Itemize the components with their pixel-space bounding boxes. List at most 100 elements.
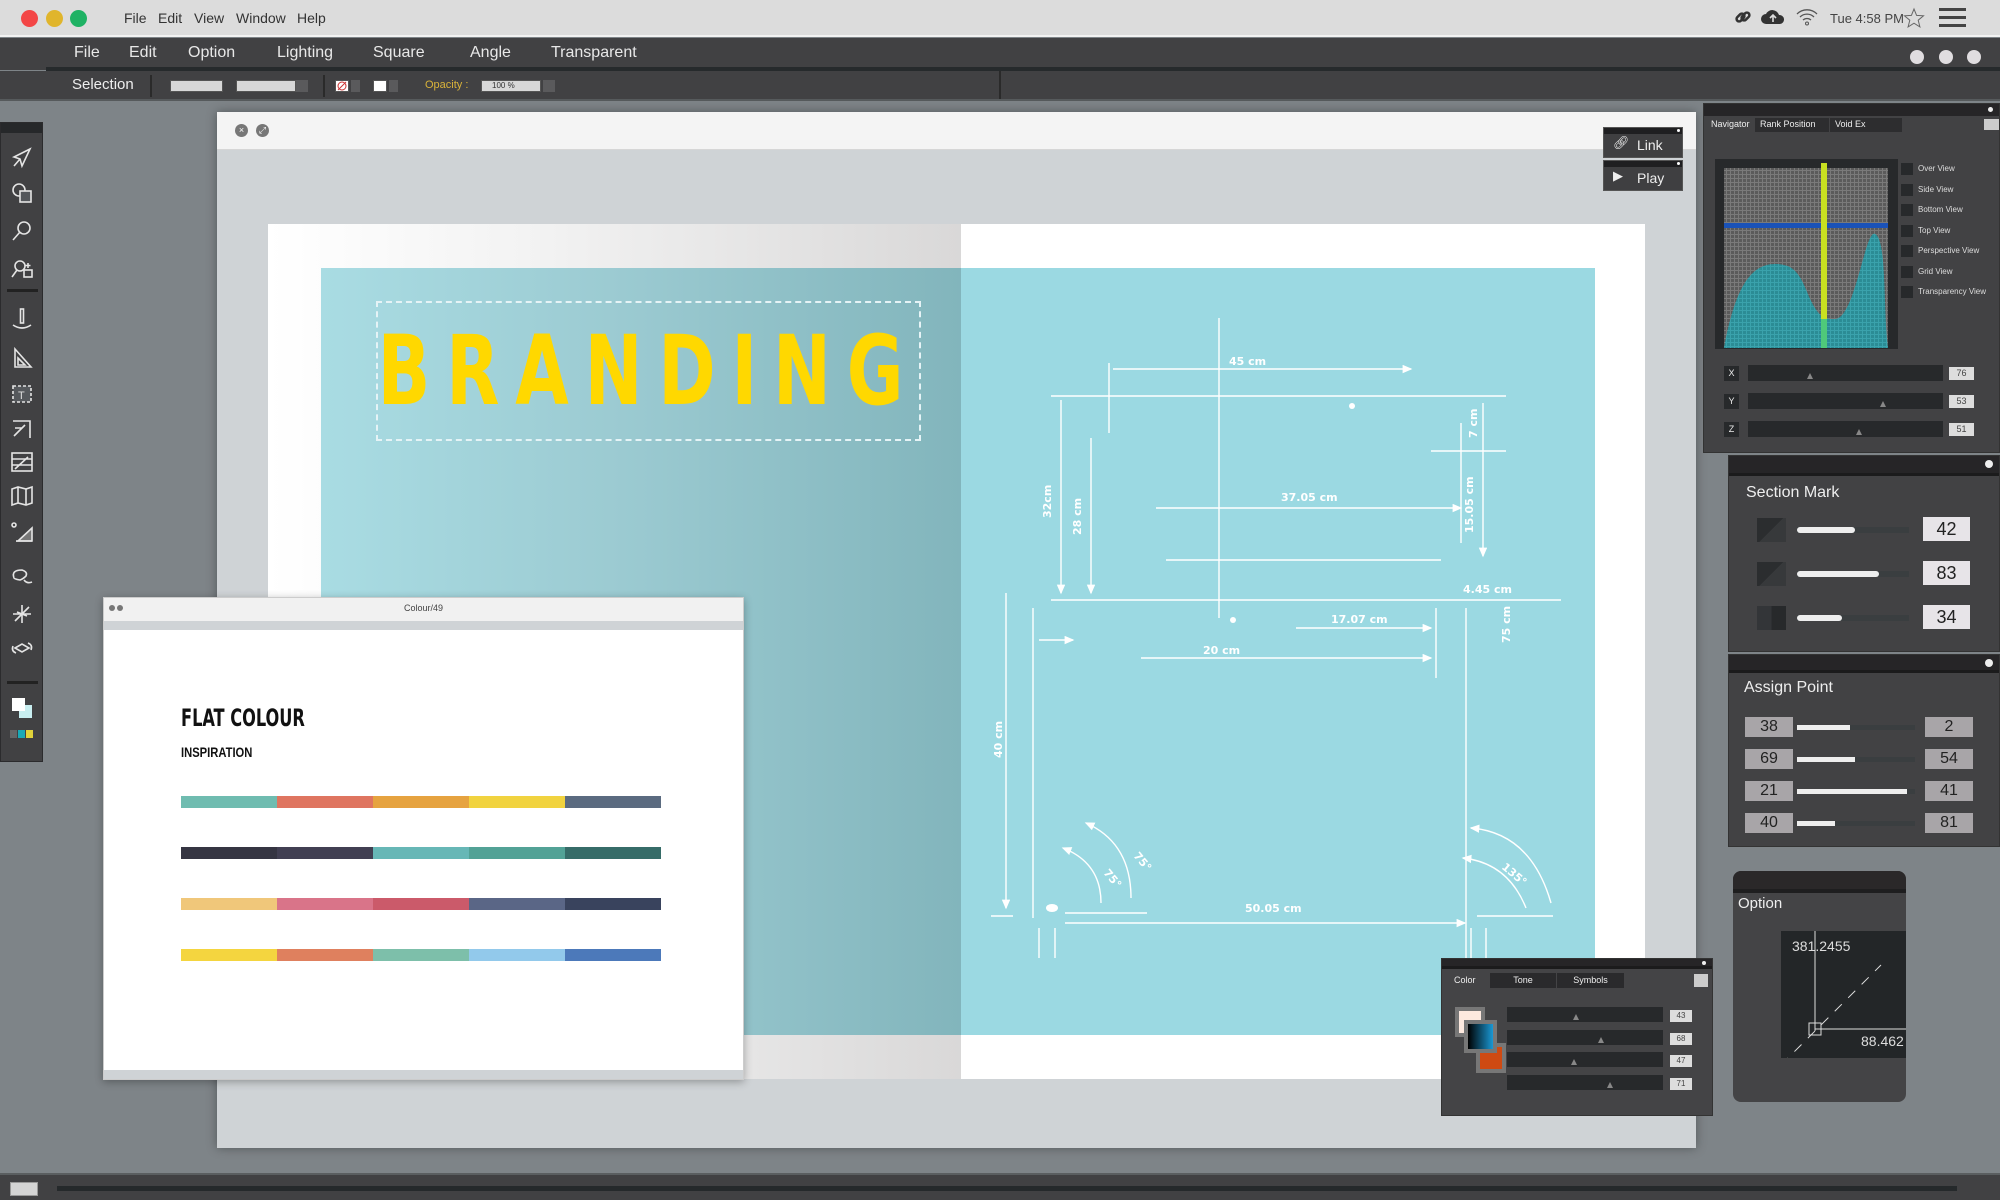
- map-icon[interactable]: [9, 483, 35, 509]
- assign-right-value[interactable]: 41: [1925, 781, 1973, 801]
- pin-icon[interactable]: [9, 306, 35, 332]
- opacity-dropdown[interactable]: [543, 80, 555, 92]
- view-option-checkbox[interactable]: [1901, 204, 1913, 216]
- tab-void-ex[interactable]: Void Ex: [1830, 118, 1902, 132]
- image-transform-icon[interactable]: [9, 449, 35, 475]
- star-burst-icon[interactable]: [9, 601, 35, 627]
- tab-navigator[interactable]: Navigator: [1706, 118, 1755, 132]
- play-button[interactable]: ▶ Play: [1603, 160, 1683, 191]
- select-arrow-icon[interactable]: [9, 145, 35, 171]
- color-slider[interactable]: [1507, 1052, 1663, 1067]
- assign-left-value[interactable]: 40: [1745, 813, 1793, 833]
- branding-headline[interactable]: BRANDING: [378, 301, 904, 441]
- panel-menu-button[interactable]: [1984, 119, 1999, 130]
- tab-tone[interactable]: Tone: [1490, 973, 1556, 988]
- z-axis-slider[interactable]: [1748, 421, 1943, 437]
- foreground-background-color-icon[interactable]: [9, 695, 35, 721]
- window-control-dot[interactable]: [1939, 50, 1953, 64]
- slider-thumb[interactable]: [1807, 373, 1814, 379]
- palette-swatch[interactable]: [469, 847, 565, 859]
- maximize-window-button[interactable]: [70, 10, 87, 27]
- y-axis-slider[interactable]: [1748, 393, 1943, 409]
- palette-swatch[interactable]: [277, 847, 373, 859]
- palette-swatch[interactable]: [373, 949, 469, 961]
- light-gradient-icon[interactable]: [9, 519, 35, 545]
- lasso-icon[interactable]: [9, 563, 35, 589]
- slider-thumb[interactable]: [1879, 401, 1886, 407]
- color-panel-menu-button[interactable]: [1694, 974, 1708, 987]
- app-menu-file[interactable]: File: [74, 44, 100, 62]
- color-value[interactable]: 71: [1670, 1078, 1692, 1090]
- color-value[interactable]: 43: [1670, 1010, 1692, 1022]
- no-fill-swatch[interactable]: [335, 80, 349, 92]
- tab-symbols[interactable]: Symbols: [1557, 973, 1624, 988]
- assign-left-value[interactable]: 21: [1745, 781, 1793, 801]
- os-menu-file[interactable]: File: [124, 10, 147, 26]
- app-menu-transparent[interactable]: Transparent: [551, 44, 637, 62]
- palette-swatch[interactable]: [565, 949, 661, 961]
- section-value[interactable]: 42: [1923, 517, 1970, 541]
- palette-swatch[interactable]: [181, 949, 277, 961]
- view-option-checkbox[interactable]: [1901, 183, 1913, 196]
- os-menu-window[interactable]: Window: [236, 10, 286, 26]
- close-document-button[interactable]: ×: [235, 124, 248, 137]
- palette-swatch[interactable]: [277, 898, 373, 910]
- palette-swatch[interactable]: [469, 949, 565, 961]
- color-slider[interactable]: [1507, 1075, 1663, 1090]
- palette-swatch[interactable]: [565, 796, 661, 808]
- assign-slider[interactable]: [1797, 821, 1915, 826]
- horizontal-scroll-track[interactable]: [57, 1186, 1957, 1191]
- expand-document-button[interactable]: ⤢: [256, 124, 269, 137]
- view-option-checkbox[interactable]: [1901, 286, 1913, 298]
- tab-rank-position[interactable]: Rank Position: [1755, 118, 1829, 132]
- window-control-dot[interactable]: [1967, 50, 1981, 64]
- palette-swatch[interactable]: [181, 796, 277, 808]
- z-axis-value[interactable]: 51: [1949, 423, 1974, 436]
- stroke-swatch[interactable]: [373, 80, 387, 92]
- triangle-ruler-icon[interactable]: [9, 345, 35, 371]
- os-menu-view[interactable]: View: [194, 10, 224, 26]
- section-slider[interactable]: [1797, 615, 1909, 621]
- view-option-checkbox[interactable]: [1901, 265, 1913, 278]
- app-menu-lighting[interactable]: Lighting: [277, 44, 333, 62]
- link-icon[interactable]: [1733, 7, 1753, 30]
- window-control-dot[interactable]: [1910, 50, 1924, 64]
- os-menu-help[interactable]: Help: [297, 10, 326, 26]
- shape-icon[interactable]: [9, 180, 35, 206]
- assign-left-value[interactable]: 38: [1745, 717, 1793, 737]
- transform-rotate-icon[interactable]: [9, 635, 35, 661]
- slider-thumb[interactable]: [1856, 429, 1863, 435]
- horizontal-scroll-thumb[interactable]: [10, 1182, 38, 1196]
- assign-right-value[interactable]: 54: [1925, 749, 1973, 769]
- minimize-window-button[interactable]: [46, 10, 63, 27]
- stroke-stepper[interactable]: [389, 80, 398, 92]
- palette-swatch[interactable]: [277, 949, 373, 961]
- section-swatch[interactable]: [1757, 518, 1786, 542]
- height-dropdown[interactable]: [296, 80, 308, 92]
- view-option-checkbox[interactable]: [1901, 224, 1913, 237]
- zoom-hand-icon[interactable]: [9, 256, 35, 282]
- section-value[interactable]: 34: [1923, 605, 1970, 629]
- swatches-icon[interactable]: [9, 728, 35, 740]
- wifi-icon[interactable]: [1795, 7, 1819, 30]
- app-menu-option[interactable]: Option: [188, 44, 235, 62]
- app-menu-edit[interactable]: Edit: [129, 44, 157, 62]
- app-menu-square[interactable]: Square: [373, 44, 425, 62]
- cloud-upload-icon[interactable]: [1760, 7, 1786, 30]
- assign-left-value[interactable]: 69: [1745, 749, 1793, 769]
- x-axis-value[interactable]: 76: [1949, 367, 1974, 380]
- text-box-icon[interactable]: T: [9, 381, 35, 407]
- section-value[interactable]: 83: [1923, 561, 1970, 585]
- navigator-preview[interactable]: [1715, 159, 1898, 349]
- link-button[interactable]: 🔗︎ Link: [1603, 127, 1683, 158]
- section-swatch[interactable]: [1757, 606, 1786, 630]
- os-menu-edit[interactable]: Edit: [158, 10, 182, 26]
- palette-swatch[interactable]: [565, 847, 661, 859]
- y-axis-value[interactable]: 53: [1949, 395, 1974, 408]
- arrow-select-frame-icon[interactable]: [9, 416, 35, 442]
- section-swatch[interactable]: [1757, 562, 1786, 586]
- palette-swatch[interactable]: [469, 796, 565, 808]
- assign-slider[interactable]: [1797, 789, 1915, 794]
- height-field[interactable]: [236, 80, 296, 92]
- palette-swatch[interactable]: [277, 796, 373, 808]
